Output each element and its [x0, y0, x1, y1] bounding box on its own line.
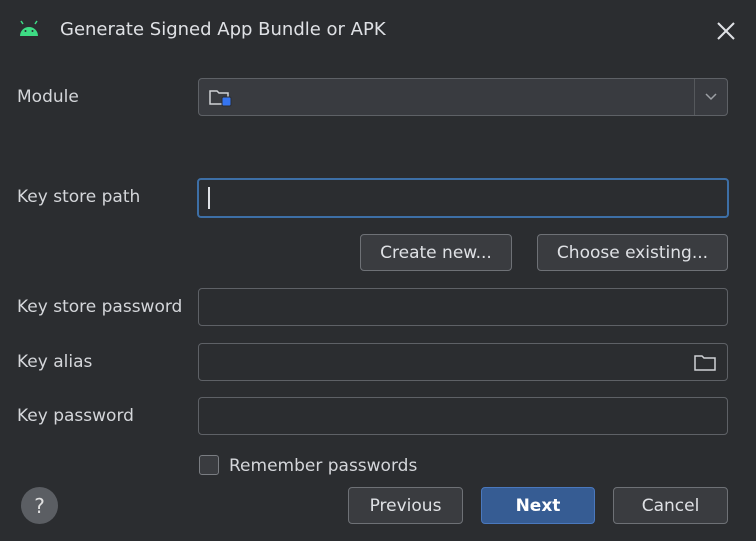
keystore-password-input[interactable]: [198, 288, 728, 326]
previous-button[interactable]: Previous: [348, 487, 463, 524]
key-password-label: Key password: [17, 406, 134, 426]
close-icon[interactable]: [713, 18, 739, 44]
chevron-down-icon: [705, 93, 717, 101]
window-title: Generate Signed App Bundle or APK: [60, 19, 386, 40]
keystore-path-label: Key store path: [17, 187, 141, 207]
choose-existing-button[interactable]: Choose existing...: [537, 234, 728, 271]
dropdown-arrow[interactable]: [694, 79, 727, 115]
keystore-path-input[interactable]: [197, 178, 729, 218]
key-password-input[interactable]: [198, 397, 728, 435]
module-folder-icon: [209, 90, 232, 107]
module-dropdown[interactable]: [198, 78, 728, 116]
cancel-button[interactable]: Cancel: [613, 487, 728, 524]
next-button[interactable]: Next: [481, 487, 595, 524]
keystore-password-label: Key store password: [17, 297, 183, 317]
key-alias-input[interactable]: [198, 343, 728, 381]
remember-passwords-label: Remember passwords: [229, 456, 418, 476]
android-icon: [20, 20, 38, 36]
remember-passwords-checkbox[interactable]: [199, 455, 219, 475]
create-new-button[interactable]: Create new...: [360, 234, 512, 271]
help-icon[interactable]: ?: [21, 487, 58, 524]
module-label: Module: [17, 87, 79, 107]
text-caret: [208, 187, 210, 209]
title-bar: Generate Signed App Bundle or APK: [0, 0, 756, 62]
key-alias-label: Key alias: [17, 352, 93, 372]
folder-icon[interactable]: [693, 353, 717, 373]
